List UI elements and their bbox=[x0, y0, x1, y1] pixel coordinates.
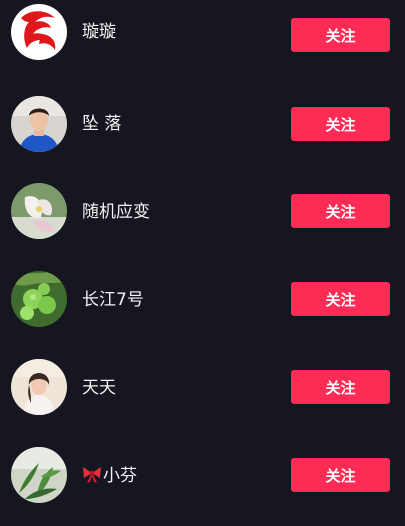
flower-avatar[interactable] bbox=[11, 183, 67, 239]
red-logo-avatar[interactable] bbox=[11, 4, 67, 60]
follow-button[interactable]: 关注 bbox=[291, 458, 390, 492]
bow-emoji bbox=[82, 465, 102, 489]
follow-button[interactable]: 关注 bbox=[291, 194, 390, 228]
username: 长江7号 bbox=[82, 290, 144, 310]
follow-button[interactable]: 关注 bbox=[291, 18, 390, 52]
green-fruit-avatar[interactable] bbox=[11, 271, 67, 327]
list-item: 坠 落 关注 bbox=[0, 80, 405, 168]
list-item: 璇璇 关注 bbox=[0, 0, 405, 80]
username: 璇璇 bbox=[82, 22, 116, 42]
username: 坠 落 bbox=[82, 114, 122, 134]
follow-suggestion-list: 璇璇 关注 坠 落 关注 随机应变 关注 长江7号 关注 天天 关注 小芬 关注 bbox=[0, 0, 405, 526]
plant-avatar[interactable] bbox=[11, 447, 67, 503]
follow-button[interactable]: 关注 bbox=[291, 282, 390, 316]
follow-button[interactable]: 关注 bbox=[291, 370, 390, 404]
list-item: 长江7号 关注 bbox=[0, 256, 405, 344]
list-item: 小芬 关注 bbox=[0, 432, 405, 520]
list-item: 天天 关注 bbox=[0, 344, 405, 432]
username: 随机应变 bbox=[82, 202, 150, 222]
woman-portrait-avatar[interactable] bbox=[11, 359, 67, 415]
list-item: 随机应变 关注 bbox=[0, 168, 405, 256]
man-portrait-avatar[interactable] bbox=[11, 96, 67, 152]
username: 小芬 bbox=[82, 465, 137, 489]
username: 天天 bbox=[82, 378, 116, 398]
follow-button[interactable]: 关注 bbox=[291, 107, 390, 141]
